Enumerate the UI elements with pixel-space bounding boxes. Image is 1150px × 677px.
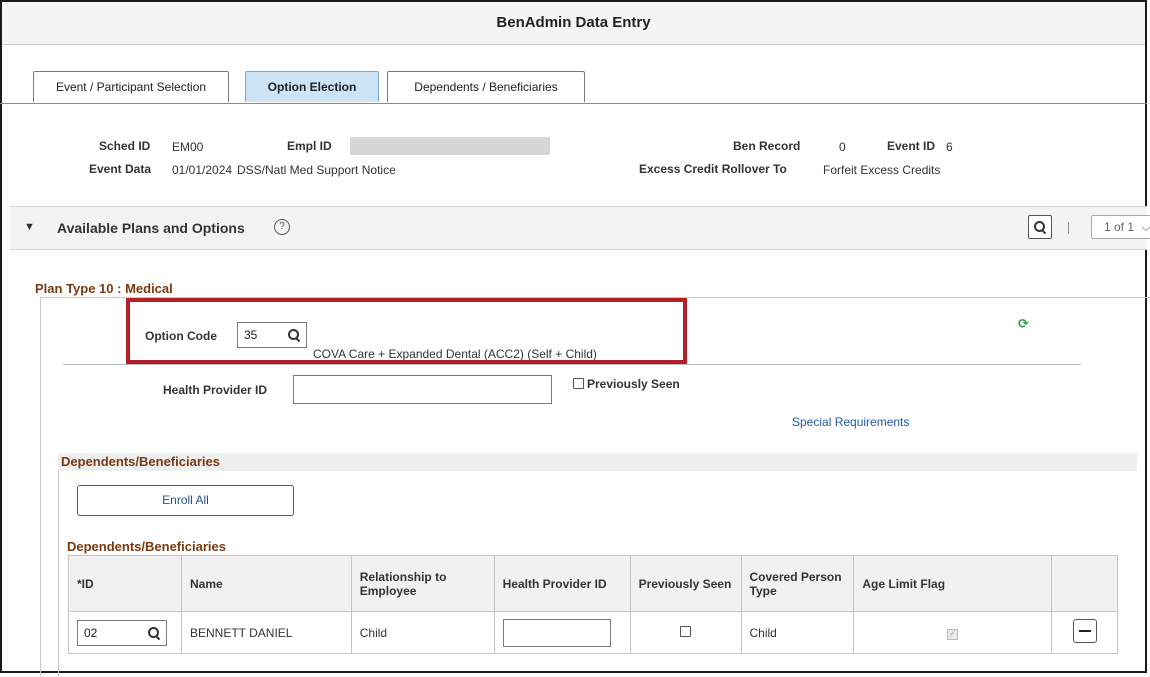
pager-select[interactable]: 1 of 1 ⌵ (1091, 215, 1150, 239)
enroll-all-button[interactable]: Enroll All (77, 485, 294, 516)
special-requirements-link[interactable]: Special Requirements (792, 415, 909, 429)
grid-search-button[interactable] (1028, 215, 1052, 239)
plan-type-heading: Plan Type 10 : Medical (35, 281, 173, 296)
ben-record-label: Ben Record (733, 139, 801, 153)
collapse-triangle-icon[interactable]: ▼ (24, 221, 35, 233)
col-covered-type: Covered Person Type (740, 555, 855, 612)
col-actions (1051, 555, 1118, 612)
excess-credit-value: Forfeit Excess Credits (823, 163, 941, 177)
page-title: BenAdmin Data Entry (496, 14, 651, 31)
table-row: BENNETT DANIEL Child Child ✓ (68, 611, 1118, 654)
age-limit-cell: ✓ (853, 611, 1053, 654)
available-plans-section-header[interactable]: ▼ Available Plans and Options ? | 1 of 1… (10, 206, 1150, 250)
dependent-id-lookup-icon[interactable] (148, 627, 160, 639)
event-date: 01/01/2024 (172, 163, 233, 177)
tab-option-election[interactable]: Option Election (245, 71, 379, 102)
grid-header-row: *ID Name Relationship to Employee Health… (68, 555, 1118, 612)
ben-record-value: 0 (839, 140, 846, 154)
event-reason: DSS/Natl Med Support Notice (237, 163, 396, 177)
search-icon (1034, 221, 1046, 233)
event-id-value: 6 (946, 140, 953, 154)
actions-cell (1051, 611, 1118, 654)
event-data-label: Event Data (89, 162, 152, 176)
health-provider-cell (493, 611, 631, 654)
previously-seen-checkbox[interactable] (573, 378, 584, 389)
dependents-section-title: Dependents/Beneficiaries (61, 454, 220, 469)
previously-seen-label: Previously Seen (587, 377, 680, 391)
col-relationship: Relationship to Employee (350, 555, 495, 612)
tab-label: Option Election (267, 80, 357, 94)
tab-event-participant-selection[interactable]: Event / Participant Selection (33, 71, 229, 102)
previously-seen-cell (629, 611, 742, 654)
dependent-previously-seen-checkbox[interactable] (680, 625, 692, 637)
covered-type-cell: Child (740, 611, 855, 654)
divider: | (1067, 220, 1071, 234)
health-provider-input[interactable] (293, 375, 552, 404)
col-health-provider: Health Provider ID (493, 555, 631, 612)
refresh-icon[interactable]: ⟳ (1018, 316, 1029, 332)
dependents-grid-title: Dependents/Beneficiaries (67, 539, 226, 554)
tab-dependents-beneficiaries[interactable]: Dependents / Beneficiaries (387, 71, 585, 102)
event-id-label: Event ID (887, 139, 936, 153)
empl-id-label: Empl ID (287, 139, 332, 153)
col-age-limit: Age Limit Flag (853, 555, 1053, 612)
dependent-health-provider-input[interactable] (502, 618, 611, 647)
highlight-box (126, 298, 687, 364)
sched-id-label: Sched ID (99, 139, 151, 153)
col-id: *ID (68, 555, 182, 612)
age-limit-checkbox-disabled: ✓ (947, 629, 959, 640)
col-name: Name (180, 555, 352, 612)
section-title: Available Plans and Options (57, 220, 245, 236)
id-cell (68, 611, 182, 654)
separator (63, 364, 1081, 365)
chevron-down-icon: ⌵ (1141, 220, 1150, 234)
tab-label: Dependents / Beneficiaries (414, 80, 558, 94)
empl-id-redacted (350, 137, 550, 155)
relationship-cell: Child (350, 611, 495, 654)
dependents-grid: *ID Name Relationship to Employee Health… (68, 555, 1118, 654)
title-bar: BenAdmin Data Entry (2, 2, 1145, 45)
sched-id-value: EM00 (172, 140, 204, 154)
help-icon[interactable]: ? (274, 219, 290, 235)
health-provider-label: Health Provider ID (163, 383, 268, 397)
name-cell: BENNETT DANIEL (180, 611, 352, 654)
pager-value: 1 of 1 (1104, 220, 1135, 234)
col-previously-seen: Previously Seen (629, 555, 742, 612)
excess-credit-label: Excess Credit Rollover To (639, 162, 787, 176)
delete-row-button[interactable] (1072, 619, 1097, 643)
tab-label: Event / Participant Selection (55, 80, 207, 94)
tab-divider (0, 103, 1147, 104)
